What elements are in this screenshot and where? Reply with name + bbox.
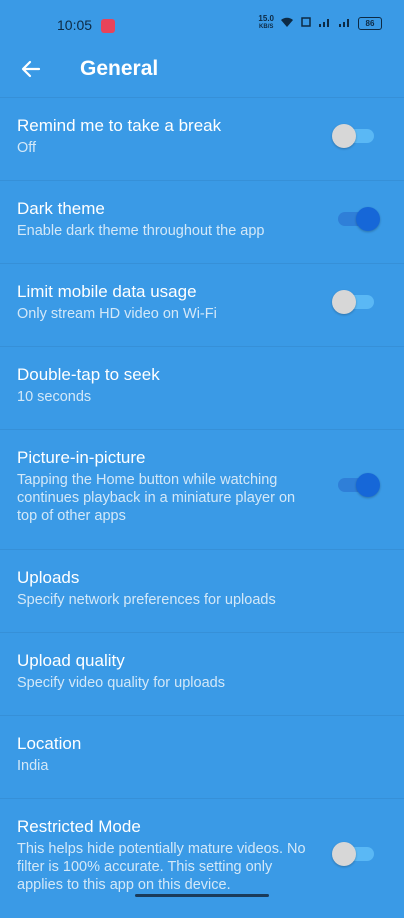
signal-icon-1 xyxy=(318,16,332,31)
setting-subtitle: India xyxy=(17,758,49,774)
toggle-switch[interactable] xyxy=(332,290,374,314)
toggle-switch[interactable] xyxy=(338,473,380,497)
setting-subtitle: Only stream HD video on Wi-Fi xyxy=(17,306,217,322)
setting-dark-theme[interactable]: Dark theme Enable dark theme throughout … xyxy=(0,180,404,263)
toggle-switch[interactable] xyxy=(332,124,374,148)
network-speed-unit: KB/S xyxy=(259,24,274,30)
network-speed-value: 15.0 xyxy=(258,14,274,23)
status-bar: 10:05 15.0 KB/S 86 xyxy=(0,0,404,42)
toggle-thumb xyxy=(332,290,356,314)
setting-limit-data[interactable]: Limit mobile data usage Only stream HD v… xyxy=(0,263,404,346)
navigation-handle[interactable] xyxy=(135,894,269,897)
setting-subtitle: Specify network preferences for uploads xyxy=(17,592,276,608)
toggle-thumb xyxy=(332,842,356,866)
toggle-thumb xyxy=(356,207,380,231)
notification-app-icon xyxy=(101,19,115,33)
signal-icon-2 xyxy=(338,16,352,31)
setting-title: Double-tap to seek xyxy=(17,365,160,384)
toggle-switch[interactable] xyxy=(338,207,380,231)
toggle-thumb xyxy=(356,473,380,497)
toggle-switch[interactable] xyxy=(332,842,374,866)
setting-subtitle: Tapping the Home button while watching c… xyxy=(17,472,296,524)
setting-title: Upload quality xyxy=(17,651,125,670)
setting-double-tap[interactable]: Double-tap to seek 10 seconds xyxy=(0,346,404,429)
setting-uploads[interactable]: Uploads Specify network preferences for … xyxy=(0,549,404,632)
network-speed: 15.0 KB/S xyxy=(258,15,274,31)
setting-upload-quality[interactable]: Upload quality Specify video quality for… xyxy=(0,632,404,715)
setting-title: Uploads xyxy=(17,568,80,587)
status-indicators: 15.0 KB/S 86 xyxy=(258,15,382,31)
setting-subtitle: 10 seconds xyxy=(17,389,92,405)
setting-subtitle: Enable dark theme throughout the app xyxy=(17,223,265,239)
setting-title: Picture-in-picture xyxy=(17,448,146,467)
setting-remind-break[interactable]: Remind me to take a break Off xyxy=(0,97,404,180)
page-title: General xyxy=(80,57,159,80)
setting-subtitle: Off xyxy=(17,140,37,156)
setting-title: Restricted Mode xyxy=(17,817,141,836)
toggle-thumb xyxy=(332,124,356,148)
status-time: 10:05 xyxy=(57,17,93,33)
volte-icon xyxy=(300,16,312,31)
setting-subtitle: Specify video quality for uploads xyxy=(17,675,225,691)
arrow-left-icon[interactable] xyxy=(18,56,44,82)
setting-title: Dark theme xyxy=(17,199,105,218)
setting-restricted-mode[interactable]: Restricted Mode This helps hide potentia… xyxy=(0,798,404,918)
wifi-icon xyxy=(280,16,294,31)
setting-title: Location xyxy=(17,734,82,753)
battery-icon: 86 xyxy=(358,16,382,30)
setting-location[interactable]: Location India xyxy=(0,715,404,798)
setting-subtitle: This helps hide potentially mature video… xyxy=(17,841,306,893)
settings-list: Remind me to take a break Off Dark theme… xyxy=(0,97,404,918)
app-bar: General xyxy=(0,42,404,97)
setting-picture-in-picture[interactable]: Picture-in-picture Tapping the Home butt… xyxy=(0,429,404,549)
